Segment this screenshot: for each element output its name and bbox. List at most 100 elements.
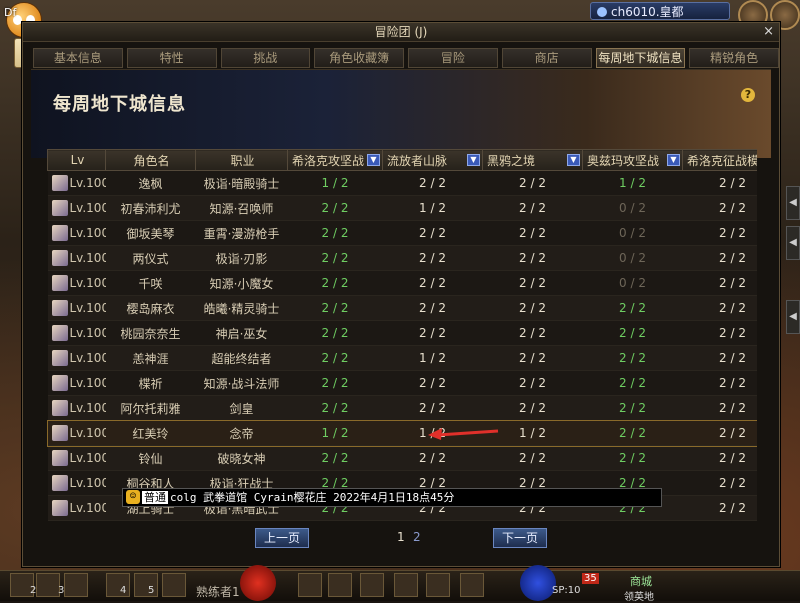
slot-label: 2	[30, 585, 37, 596]
town-label: 领英地	[624, 592, 654, 603]
smiley-icon[interactable]: ☺	[126, 490, 140, 504]
page-number-2[interactable]: 2	[413, 530, 421, 544]
skill-slot[interactable]	[298, 573, 322, 597]
clear-count: 2 / 2	[382, 445, 483, 471]
table-row[interactable]: Lv.100 逸枫 极诣·暗殿骑士 1 / 22 / 22 / 21 / 22 / 2	[47, 170, 757, 196]
column-header[interactable]: 希洛克征战模式▼	[682, 149, 757, 171]
clear-count: 2 / 2	[382, 395, 483, 421]
town-button[interactable]: 商城	[630, 573, 652, 589]
window-title-bar[interactable]: 冒险团 (J) ×	[23, 23, 779, 42]
server-channel-bar[interactable]: ch6010.皇都	[590, 2, 730, 20]
level-cell: Lv.100	[47, 470, 106, 496]
skill-slot[interactable]	[328, 573, 352, 597]
tab-2[interactable]: 挑战	[220, 48, 311, 68]
clear-count: 2 / 2	[682, 295, 757, 321]
dropdown-icon[interactable]: ▼	[467, 154, 480, 166]
column-header-label: 希洛克征战模式	[687, 153, 757, 168]
skill-slot[interactable]	[360, 573, 384, 597]
character-job: 超能终结者	[195, 345, 288, 371]
level-cell: Lv.100	[47, 395, 106, 421]
mp-orb	[520, 565, 556, 601]
level-wrap: Lv.100	[48, 175, 106, 191]
clear-count: 1 / 2	[382, 195, 483, 221]
clear-count: 2 / 2	[582, 445, 683, 471]
next-page-button[interactable]: 下一页	[493, 528, 547, 548]
character-job: 知源·小魔女	[195, 270, 288, 296]
dropdown-icon[interactable]: ▼	[667, 154, 680, 166]
side-arrow-left-icon-2[interactable]: ◀	[786, 226, 800, 260]
table-row[interactable]: Lv.100 两仪式 极诣·刃影 2 / 22 / 22 / 20 / 22 / 2	[47, 245, 757, 271]
clear-count: 2 / 2	[482, 345, 583, 371]
tab-3[interactable]: 角色收藏簿	[314, 48, 404, 68]
clear-count: 2 / 2	[287, 395, 383, 421]
skill-slot[interactable]	[162, 573, 186, 597]
clear-count: 2 / 2	[582, 370, 683, 396]
skill-slot[interactable]	[426, 573, 450, 597]
prev-page-button[interactable]: 上一页	[255, 528, 309, 548]
character-job: 皓曦·精灵骑士	[195, 295, 288, 321]
column-header[interactable]: 黑鸦之境 ▼	[482, 149, 583, 171]
level-cell: Lv.100	[47, 295, 106, 321]
character-avatar-icon	[51, 375, 68, 391]
dropdown-icon[interactable]: ▼	[367, 154, 380, 166]
side-arrow-left-icon[interactable]: ◀	[786, 186, 800, 220]
table-row[interactable]: Lv.100 御坂美琴 重霄·漫游枪手 2 / 22 / 22 / 20 / 22 /…	[47, 220, 757, 246]
clear-count: 2 / 2	[382, 320, 483, 346]
skill-slot[interactable]	[36, 573, 60, 597]
clear-count: 2 / 2	[287, 220, 383, 246]
table-row[interactable]: Lv.100 千咲 知源·小魔女 2 / 22 / 22 / 20 / 22 / 2	[47, 270, 757, 296]
table-row[interactable]: Lv.100 楪祈 知源·战斗法师 2 / 22 / 22 / 22 / 22 / 2	[47, 370, 757, 396]
clear-count: 2 / 2	[482, 195, 583, 221]
clear-count: 2 / 2	[682, 220, 757, 246]
clear-count: 2 / 2	[482, 220, 583, 246]
level-cell: Lv.100	[47, 245, 106, 271]
skill-slot[interactable]	[134, 573, 158, 597]
slot-label: 5	[148, 585, 155, 596]
column-header-label: 职业	[230, 153, 255, 168]
quickbar-name: 熟练者1	[196, 585, 240, 599]
table-row[interactable]: Lv.100 恙神涯 超能终结者 2 / 21 / 22 / 22 / 22 / 2	[47, 345, 757, 371]
table-header: Lv角色名职业希洛克攻坚战▼流放者山脉▼黑鸦之境▼奥兹玛攻坚战▼希洛克征战模式▼	[47, 149, 757, 171]
tab-1[interactable]: 特性	[126, 48, 217, 68]
clear-count: 2 / 2	[682, 195, 757, 221]
dropdown-icon[interactable]: ▼	[567, 154, 580, 166]
clear-count: 2 / 2	[382, 370, 483, 396]
level-text: Lv.100	[69, 276, 106, 290]
tab-6[interactable]: 每周地下城信息	[595, 48, 686, 68]
skill-slot[interactable]	[460, 573, 484, 597]
table-row[interactable]: Lv.100 樱岛麻衣 皓曦·精灵骑士 2 / 22 / 22 / 22 / 22 /…	[47, 295, 757, 321]
clear-count: 2 / 2	[287, 295, 383, 321]
column-header[interactable]: 希洛克攻坚战 ▼	[287, 149, 383, 171]
character-name: 恙神涯	[105, 345, 196, 371]
column-header[interactable]: 流放者山脉 ▼	[382, 149, 483, 171]
skill-slot[interactable]	[394, 573, 418, 597]
dungeon-table-wrap: Lv角色名职业希洛克攻坚战▼流放者山脉▼黑鸦之境▼奥兹玛攻坚战▼希洛克征战模式▼…	[47, 149, 757, 522]
table-row[interactable]: Lv.100 桃园奈奈生 神启·巫女 2 / 22 / 22 / 22 / 22 / …	[47, 320, 757, 346]
clear-count: 2 / 2	[682, 445, 757, 471]
skill-slot[interactable]	[106, 573, 130, 597]
skill-slot[interactable]	[64, 573, 88, 597]
close-button[interactable]: ×	[763, 23, 774, 41]
clear-count: 1 / 2	[287, 420, 383, 446]
clear-count: 2 / 2	[682, 170, 757, 196]
tab-0[interactable]: 基本信息	[33, 48, 123, 68]
level-wrap: Lv.100	[48, 325, 106, 341]
tab-7[interactable]: 精锐角色	[689, 48, 779, 68]
page-number-1[interactable]: 1	[397, 530, 405, 544]
character-job: 破晓女神	[195, 445, 288, 471]
help-icon[interactable]: ?	[741, 88, 755, 102]
level-wrap: Lv.100	[48, 350, 106, 366]
tab-4[interactable]: 冒险	[408, 48, 498, 68]
chat-channel-badge[interactable]: 普通	[142, 491, 168, 504]
column-header[interactable]: 奥兹玛攻坚战 ▼	[582, 149, 683, 171]
table-row[interactable]: Lv.100 阿尔托莉雅 剑皇 2 / 22 / 22 / 22 / 22 / 2	[47, 395, 757, 421]
clear-count: 2 / 2	[682, 470, 757, 496]
table-row[interactable]: Lv.100 铃仙 破晓女神 2 / 22 / 22 / 22 / 22 / 2	[47, 445, 757, 471]
character-name: 樱岛麻衣	[105, 295, 196, 321]
tab-5[interactable]: 商店	[501, 48, 592, 68]
table-row[interactable]: Lv.100 初春沛利尤 知源·召唤师 2 / 21 / 22 / 20 / 22 /…	[47, 195, 757, 221]
side-arrow-left-icon-3[interactable]: ◀	[786, 300, 800, 334]
column-header-label: 角色名	[133, 153, 170, 168]
table-row[interactable]: Lv.100红美玲念帝1 / 21 / 21 / 22 / 22 / 2	[47, 419, 757, 447]
table-body: Lv.100 逸枫 极诣·暗殿骑士 1 / 22 / 22 / 21 / 22 / 2…	[47, 170, 757, 521]
